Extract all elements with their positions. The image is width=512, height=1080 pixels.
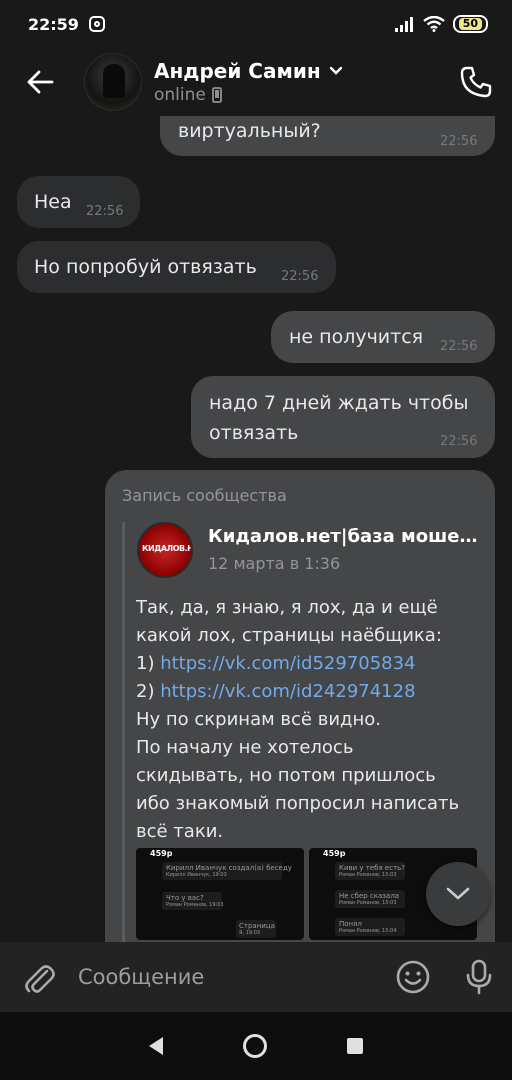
contact-status: online <box>154 85 206 105</box>
contact-name[interactable]: Андрей Самин <box>154 59 321 83</box>
thumb-message-sub: Кирилл Иванчук, 19:03 <box>166 872 227 878</box>
thumb-message-sub: Роман Романов, 15:03 <box>339 872 397 878</box>
status-clock: 22:59 <box>28 14 79 34</box>
attach-button[interactable] <box>0 942 78 1012</box>
thumb-message-row: Кирилл Иванчук создал(а) беседу Кирилл И… <box>162 862 292 880</box>
message-bubble-incoming[interactable]: Но попробуй отвязать 22:56 <box>17 241 336 293</box>
post-image-thumbnail[interactable]: 459p Кирилл Иванчук создал(а) беседу Кир… <box>136 848 304 940</box>
nav-back-icon[interactable] <box>149 1037 163 1055</box>
avatar[interactable] <box>84 53 142 111</box>
thumb-message-text: Кирилл Иванчук создал(а) беседу <box>166 864 292 872</box>
message-time: 22:56 <box>440 134 478 149</box>
message-bubble-outgoing[interactable]: надо 7 дней ждать чтобы отвязать 22:56 <box>191 376 495 458</box>
thumb-message-row: Что у вас? Роман Романов, 19:03 <box>162 892 224 910</box>
thumb-message-row: Страница Я, 19:03 <box>236 920 276 938</box>
message-text-line: надо 7 дней ждать чтобы <box>209 392 469 414</box>
group-name[interactable]: Кидалов.нет|база мошенников <box>208 526 483 547</box>
profile-link[interactable]: https://vk.com/id529705834 <box>160 653 415 674</box>
group-avatar[interactable]: КИДАЛОВ.НЕТ <box>137 522 193 578</box>
emoji-button[interactable] <box>380 942 446 1012</box>
thumb-message-text: Понял <box>339 920 362 928</box>
cellular-signal-icon <box>394 17 413 32</box>
profile-link[interactable]: https://vk.com/id242974128 <box>160 681 415 702</box>
call-button[interactable] <box>440 48 512 116</box>
message-time: 22:56 <box>281 269 319 284</box>
message-bubble-outgoing[interactable]: виртуальный? 22:56 <box>160 116 495 156</box>
thumb-message-sub: Роман Романов, 19:03 <box>166 902 224 908</box>
post-text-line: всё таки. <box>136 821 224 842</box>
message-bubble-outgoing[interactable]: не получится 22:56 <box>271 311 495 363</box>
message-text: Неа <box>34 191 72 213</box>
post-text-line: ибо знакомый попросил написать <box>136 793 460 814</box>
message-input[interactable] <box>78 942 380 1012</box>
arrow-left-icon <box>27 70 54 94</box>
message-time: 22:56 <box>440 434 478 449</box>
message-text: виртуальный? <box>178 120 321 142</box>
message-time: 22:56 <box>440 339 478 354</box>
wifi-icon <box>422 16 445 32</box>
thumb-status-time: 459p <box>150 849 173 858</box>
message-text: не получится <box>289 326 424 348</box>
chevron-down-icon[interactable] <box>329 66 343 76</box>
post-text: Так, да, я знаю, я лох, да и ещё какой л… <box>136 594 486 846</box>
voice-message-button[interactable] <box>446 942 512 1012</box>
smiley-icon <box>396 960 430 994</box>
thumb-message-text: Киви у тебя есть? <box>339 864 405 872</box>
thumb-message-row: Понял Роман Романов, 15:04 <box>335 918 405 936</box>
link-prefix: 1) <box>136 653 161 674</box>
status-bar: 22:59 50 <box>0 0 512 48</box>
message-bubble-incoming[interactable]: Неа 22:56 <box>17 176 140 228</box>
thumb-message-sub: Роман Романов, 15:03 <box>339 900 397 906</box>
microphone-icon <box>466 959 492 995</box>
thumb-message-text: Не сбер сказала <box>339 892 400 900</box>
nav-recents-icon[interactable] <box>347 1038 363 1054</box>
phone-icon <box>460 66 492 98</box>
battery-icon: 50 <box>452 15 488 33</box>
post-text-line: Ну по скринам всё видно. <box>136 709 381 730</box>
thumb-message-row: Не сбер сказала Роман Романов, 15:03 <box>335 890 405 908</box>
contact-info[interactable]: Андрей Самин online <box>154 59 343 105</box>
nav-home-icon[interactable] <box>243 1034 267 1058</box>
battery-level: 50 <box>458 18 482 30</box>
message-time: 22:56 <box>86 204 124 219</box>
thumb-message-text: Что у вас? <box>166 894 204 902</box>
contact-name-row[interactable]: Андрей Самин <box>154 59 343 83</box>
paperclip-icon <box>25 965 55 993</box>
post-date: 12 марта в 1:36 <box>208 554 341 573</box>
back-button[interactable] <box>0 48 80 116</box>
post-text-line: какой лох, страницы наёбщика: <box>136 625 442 646</box>
chevron-down-icon <box>446 887 470 900</box>
mobile-device-icon <box>211 87 222 103</box>
message-composer <box>0 942 512 1012</box>
message-text: Но попробуй отвязать <box>34 256 257 278</box>
thumb-status-time: 459p <box>323 849 346 858</box>
link-prefix: 2) <box>136 681 161 702</box>
group-avatar-text: КИДАЛОВ.НЕТ <box>142 544 193 553</box>
post-label: Запись сообщества <box>122 486 287 505</box>
post-text-line: По началу не хотелось <box>136 737 354 758</box>
message-list[interactable]: виртуальный? 22:56 Неа 22:56 Но попробуй… <box>0 116 512 942</box>
post-quote-bar <box>122 522 125 942</box>
thumb-message-sub: Я, 19:03 <box>239 930 261 936</box>
message-text-line: отвязать <box>209 422 299 444</box>
contact-status-row: online <box>154 85 343 105</box>
status-icons: 50 <box>394 15 488 33</box>
post-link-line: 1) https://vk.com/id529705834 <box>136 650 486 678</box>
scroll-to-bottom-button[interactable] <box>426 862 490 926</box>
thumb-message-text: Страница <box>239 922 275 930</box>
system-navigation-bar <box>0 1012 512 1080</box>
chat-header: Андрей Самин online <box>0 48 512 116</box>
post-text-line: скидывать, но потом пришлось <box>136 765 436 786</box>
thumb-message-sub: Роман Романов, 15:04 <box>339 928 397 934</box>
thumb-message-row: Киви у тебя есть? Роман Романов, 15:03 <box>335 862 405 880</box>
post-text-line: Так, да, я знаю, я лох, да и ещё <box>136 597 438 618</box>
instagram-notification-icon <box>88 16 105 32</box>
post-link-line: 2) https://vk.com/id242974128 <box>136 678 486 706</box>
